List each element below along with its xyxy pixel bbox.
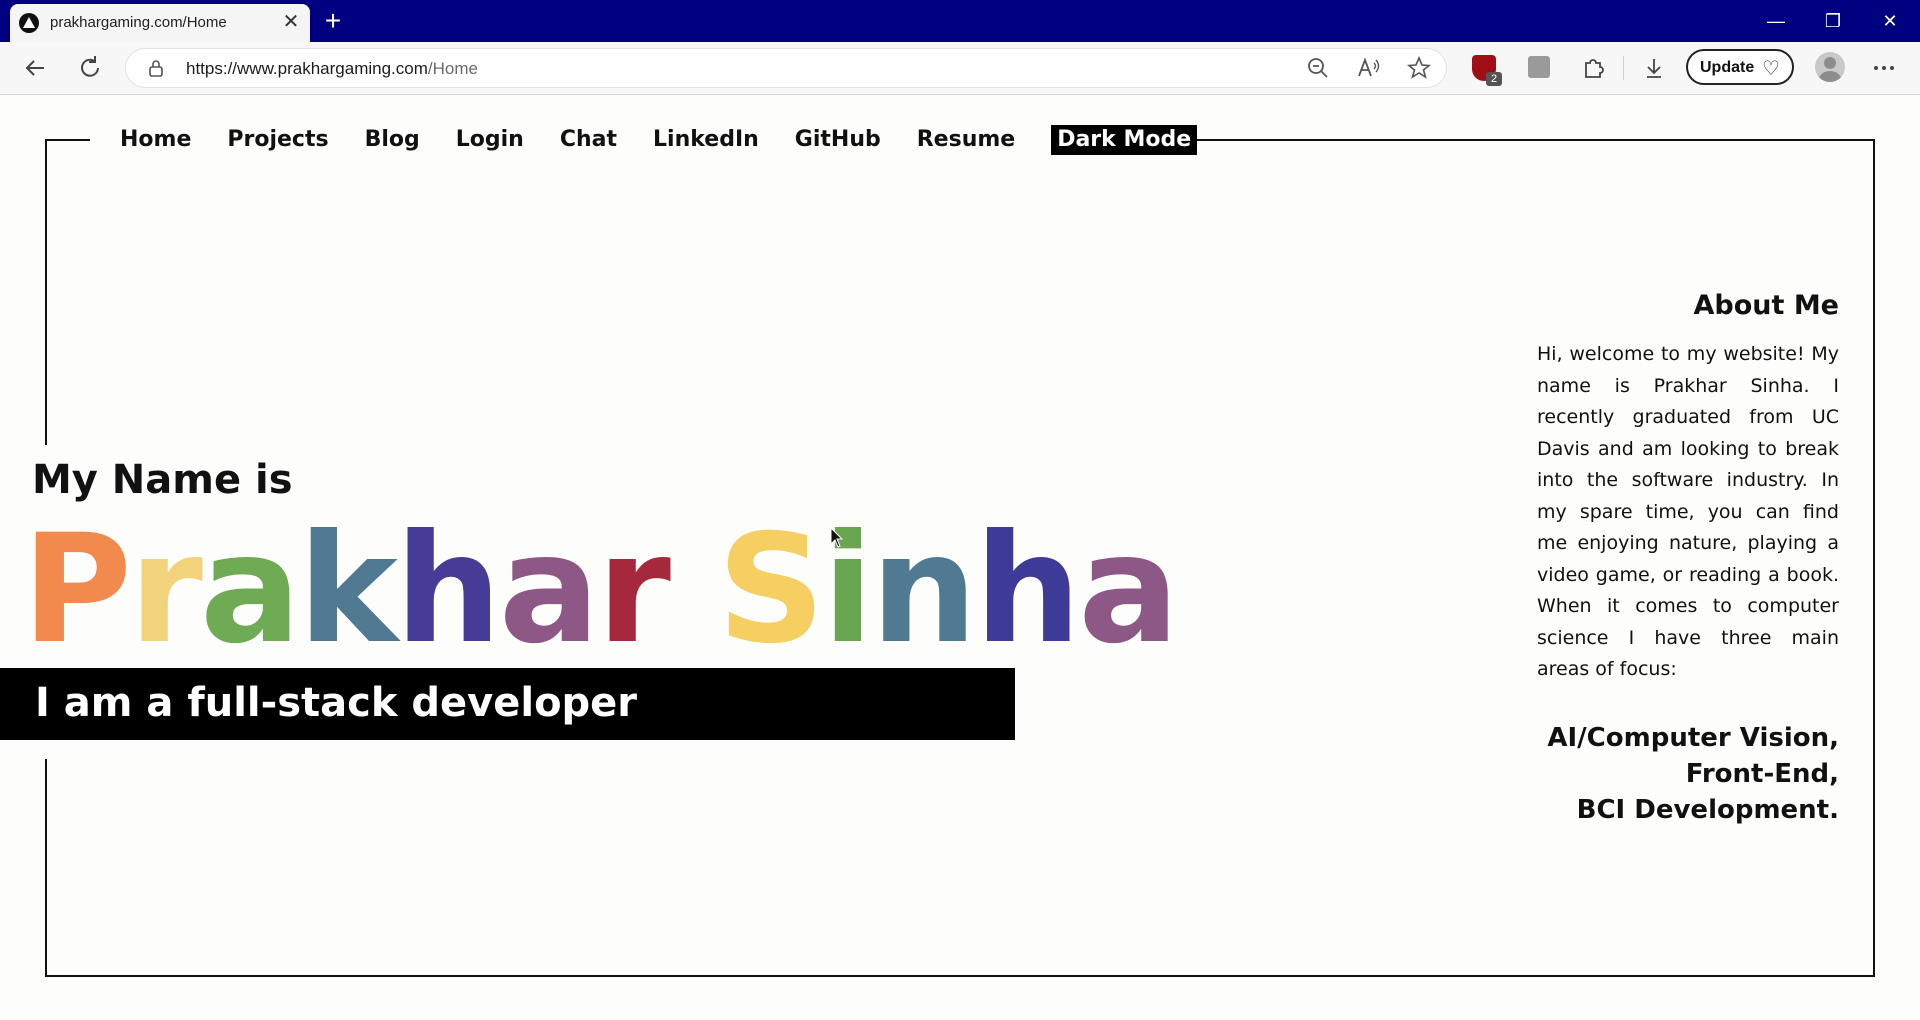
minimize-button[interactable]: — bbox=[1756, 8, 1796, 34]
puzzle-extensions-icon[interactable] bbox=[1575, 50, 1611, 86]
frame-line bbox=[45, 759, 47, 977]
nav-linkedin[interactable]: LinkedIn bbox=[653, 125, 759, 155]
lock-icon[interactable] bbox=[146, 58, 166, 78]
focus-areas: AI/Computer Vision, Front-End, BCI Devel… bbox=[1537, 720, 1839, 828]
browser-toolbar: https://www.prakhargaming.com/Home 2 Upd… bbox=[0, 42, 1920, 95]
mouse-cursor-icon bbox=[830, 526, 844, 554]
web-page: Home Projects Blog Login Chat LinkedIn G… bbox=[0, 95, 1920, 1020]
nav-login[interactable]: Login bbox=[456, 125, 524, 155]
hero-name-letter: a bbox=[1078, 503, 1179, 677]
hero-name-letter: k bbox=[298, 503, 398, 677]
url-domain: https://www.prakhargaming.com bbox=[186, 59, 428, 78]
extension-badge: 2 bbox=[1486, 72, 1502, 86]
nav-blog[interactable]: Blog bbox=[365, 125, 420, 155]
browser-title-bar: prakhargaming.com/Home ✕ + — ❐ ✕ bbox=[0, 0, 1920, 42]
hero-name-letter: h bbox=[974, 503, 1081, 677]
hero-name-letter: S bbox=[717, 503, 825, 677]
hero-name-letter: r bbox=[596, 503, 671, 677]
url-text[interactable]: https://www.prakhargaming.com/Home bbox=[186, 59, 478, 79]
focus-item: Front-End, bbox=[1685, 758, 1839, 789]
update-label: Update bbox=[1700, 59, 1755, 76]
frame-line bbox=[45, 139, 47, 445]
nav-home[interactable]: Home bbox=[120, 125, 191, 155]
frame-line bbox=[1144, 139, 1875, 141]
tab-title: prakhargaming.com/Home bbox=[50, 14, 227, 31]
close-window-button[interactable]: ✕ bbox=[1870, 8, 1910, 34]
back-arrow-icon[interactable] bbox=[17, 50, 53, 86]
favorite-star-icon[interactable] bbox=[1405, 54, 1433, 82]
about-title: About Me bbox=[1693, 290, 1839, 321]
download-icon[interactable] bbox=[1636, 50, 1672, 86]
hero-name-letter: a bbox=[498, 503, 600, 677]
update-button[interactable]: Update ♡ bbox=[1686, 49, 1794, 85]
hero-name-letter: h bbox=[394, 503, 502, 677]
read-aloud-icon[interactable] bbox=[1354, 54, 1382, 82]
extension-icon[interactable] bbox=[1528, 56, 1550, 78]
site-nav: Home Projects Blog Login Chat LinkedIn G… bbox=[120, 123, 1198, 157]
url-path: /Home bbox=[427, 59, 478, 78]
focus-item: AI/Computer Vision, bbox=[1547, 722, 1839, 753]
refresh-icon[interactable] bbox=[72, 50, 108, 86]
hero-name-letter bbox=[668, 503, 717, 677]
about-text: Hi, welcome to my website! My name is Pr… bbox=[1537, 343, 1839, 680]
frame-line bbox=[45, 139, 90, 141]
site-favicon-icon bbox=[19, 13, 39, 33]
tab-close-icon[interactable]: ✕ bbox=[280, 11, 302, 33]
nav-chat[interactable]: Chat bbox=[560, 125, 617, 155]
tagline-banner: I am a full-stack developer bbox=[0, 668, 1015, 740]
hero-name-letter: P bbox=[22, 503, 132, 677]
hero-name-letter: n bbox=[870, 503, 978, 677]
nav-resume[interactable]: Resume bbox=[917, 125, 1015, 155]
nav-projects[interactable]: Projects bbox=[227, 125, 328, 155]
toolbar-separator bbox=[1623, 56, 1624, 80]
more-menu-icon[interactable] bbox=[1866, 50, 1902, 86]
new-tab-button[interactable]: + bbox=[318, 6, 348, 36]
frame-line bbox=[45, 975, 1875, 977]
hero-name-letter: r bbox=[128, 503, 203, 677]
address-bar[interactable]: https://www.prakhargaming.com/Home bbox=[126, 49, 1446, 87]
hero-name: Prakhar Sinha bbox=[22, 500, 1179, 680]
hero-name-letter: a bbox=[199, 503, 301, 677]
intro-heading: My Name is bbox=[32, 457, 293, 503]
dark-mode-toggle[interactable]: Dark Mode bbox=[1051, 125, 1198, 155]
restore-button[interactable]: ❐ bbox=[1813, 8, 1853, 34]
nav-github[interactable]: GitHub bbox=[795, 125, 881, 155]
focus-item: BCI Development. bbox=[1576, 794, 1839, 825]
tagline: I am a full-stack developer bbox=[35, 680, 638, 726]
browser-tab[interactable]: prakhargaming.com/Home ✕ bbox=[10, 4, 310, 42]
frame-line bbox=[1873, 139, 1875, 977]
zoom-out-icon[interactable] bbox=[1304, 54, 1332, 82]
profile-avatar-icon[interactable] bbox=[1815, 52, 1845, 82]
heart-monitor-icon: ♡ bbox=[1762, 58, 1780, 80]
about-section: About Me Hi, welcome to my website! My n… bbox=[1537, 290, 1839, 828]
